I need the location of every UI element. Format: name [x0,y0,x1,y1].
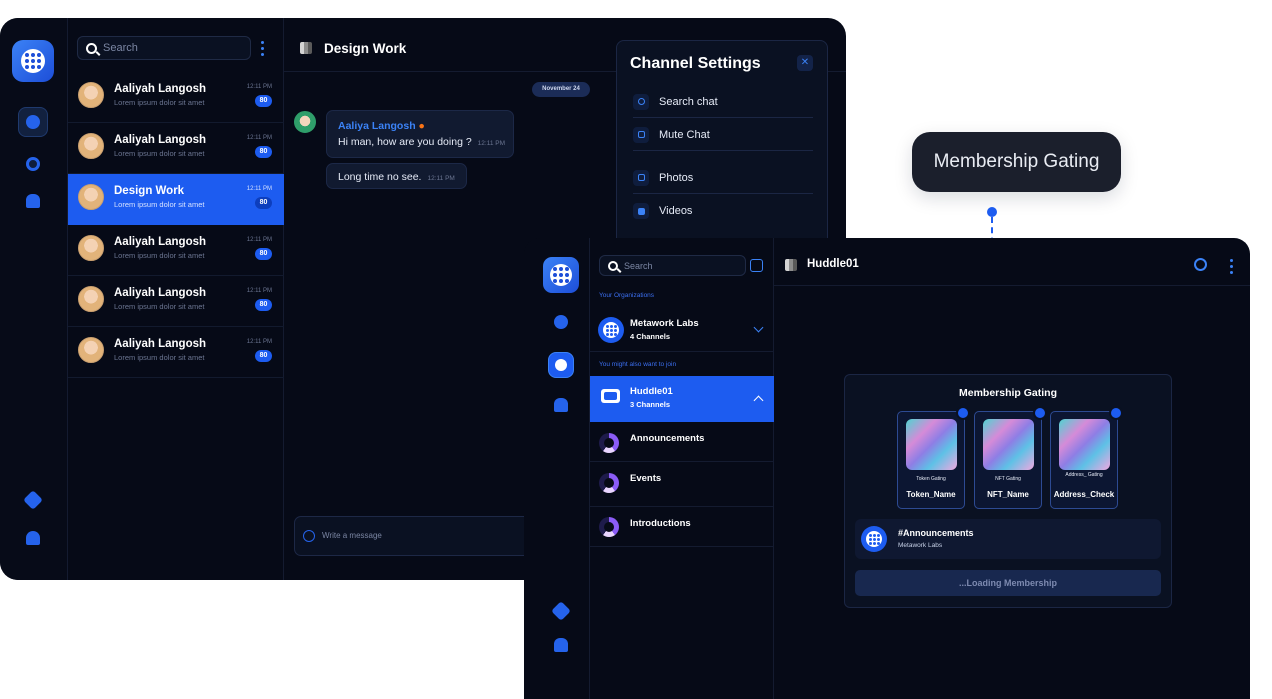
explore-nav-icon[interactable] [548,352,574,378]
membership-gating-card: Membership Gating Token Gating Token_Nam… [844,374,1172,608]
loading-membership-button[interactable]: ...Loading Membership [855,570,1161,596]
channel-item-announcements[interactable]: Announcements [590,422,774,462]
channel-ring-icon [599,433,619,453]
new-channel-icon[interactable] [750,259,763,272]
chat-list: Search Aaliyah Langosh Lorem ipsum dolor… [68,18,284,580]
settings-item-mute-chat[interactable]: Mute Chat [633,119,813,151]
avatar [78,82,104,108]
unread-badge: 80 [255,299,272,311]
settings-item-search-chat[interactable]: Search chat [633,86,813,118]
nav-rail [524,238,590,699]
message-input[interactable]: Write a message [294,516,534,556]
chat-list-item[interactable]: Aaliyah Langosh Lorem ipsum dolor sit am… [68,327,284,378]
unread-badge: 80 [255,350,272,362]
announcement-channel-row[interactable]: #Announcements Metawork Labs [855,519,1161,559]
mute-icon [633,126,649,143]
search-icon[interactable] [1194,258,1207,271]
app-logo[interactable] [543,257,579,293]
loading-icon [1033,406,1047,420]
profile-icon[interactable] [546,630,576,660]
search-icon [608,260,618,271]
close-icon[interactable]: ✕ [797,55,813,71]
address-gating-card[interactable]: Address_ Gating Address_Check [1050,406,1123,509]
unread-badge: 80 [255,248,272,260]
profile-nav-icon[interactable] [18,186,48,216]
nft-gating-card[interactable]: NFT Gating NFT_Name [974,406,1047,509]
date-divider: November 24 [532,82,590,97]
org-logo [598,317,624,343]
org-logo [861,526,887,552]
chat-list-item[interactable]: Aaliyah Langosh Lorem ipsum dolor sit am… [68,72,284,123]
chat-nav-icon[interactable] [546,307,576,337]
avatar [78,286,104,312]
unread-badge: 80 [255,146,272,158]
avatar [78,337,104,363]
chevron-down-icon[interactable] [753,322,764,333]
channel-ring-icon [599,473,619,493]
fire-icon: ● [418,120,425,132]
token-gating-card[interactable]: Token Gating Token_Name [897,406,970,509]
avatar [78,184,104,210]
avatar [78,133,104,159]
channel-icon [785,259,797,271]
settings-item-videos[interactable]: Videos [633,195,813,227]
chat-list-item[interactable]: Aaliyah Langosh Lorem ipsum dolor sit am… [68,276,284,327]
message-bubble: Aaliya Langosh ● Hi man, how are you doi… [326,110,514,158]
search-icon [633,93,649,110]
channel-pane: Huddle01 Membership Gating Token Gating … [774,238,1250,699]
settings-item-photos[interactable]: Photos [633,162,813,194]
message-bubble: Long time no see. 12:11 PM [326,163,467,189]
channel-ring-icon [599,517,619,537]
chat-list-item-selected[interactable]: Design Work Lorem ipsum dolor sit amet 1… [68,174,284,225]
more-options-icon[interactable] [1230,259,1234,274]
more-options-icon[interactable] [261,41,265,56]
profile-nav-icon[interactable] [546,390,576,420]
channel-header: Huddle01 [774,238,1250,286]
organization-list: Search Your Organizations Metawork Labs … [590,238,774,699]
nav-rail [0,18,68,580]
channel-item-events[interactable]: Events [590,462,774,507]
settings-gear-icon[interactable] [18,485,48,515]
search-input[interactable]: Search [599,255,746,276]
loading-icon [956,406,970,420]
membership-gating-callout: Membership Gating [912,132,1121,192]
chat-nav-icon[interactable] [18,107,48,137]
nft-artwork [906,419,957,470]
bell-icon[interactable] [18,523,48,553]
chat-list-item[interactable]: Aaliyah Langosh Lorem ipsum dolor sit am… [68,225,284,276]
explore-nav-icon[interactable] [18,149,48,179]
unread-badge: 80 [255,95,272,107]
unread-badge: 80 [255,197,272,209]
org-item-huddle01[interactable]: Huddle01 3 Channels [590,376,774,422]
nft-artwork [983,419,1034,470]
emoji-icon[interactable] [303,530,315,542]
search-input[interactable]: Search [77,36,251,60]
settings-gear-icon[interactable] [546,596,576,626]
chat-window-front: Search Your Organizations Metawork Labs … [524,238,1250,699]
photos-icon [633,169,649,186]
chevron-up-icon[interactable] [753,395,764,406]
channel-icon [300,42,312,54]
app-logo[interactable] [12,40,54,82]
video-icon [633,203,649,219]
callout-pin [987,207,997,217]
org-item-metawork-labs[interactable]: Metawork Labs 4 Channels [590,308,774,352]
channel-item-introductions[interactable]: Introductions [590,507,774,547]
sender-avatar [294,111,316,133]
loading-icon [1109,406,1123,420]
search-icon [86,42,97,54]
chat-list-item[interactable]: Aaliyah Langosh Lorem ipsum dolor sit am… [68,123,284,174]
avatar [78,235,104,261]
nft-artwork [1059,419,1110,470]
huddle-logo [601,389,620,403]
